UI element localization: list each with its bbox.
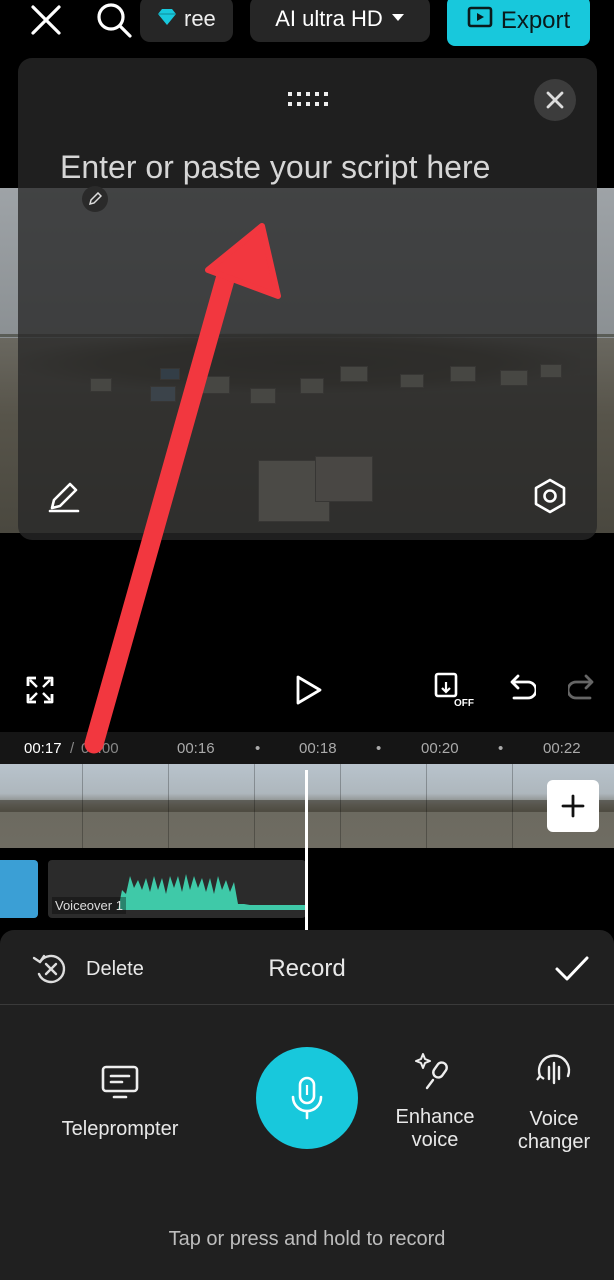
voiceover-track[interactable]: Voiceover 1	[48, 860, 306, 918]
record-hint: Tap or press and hold to record	[168, 1228, 446, 1250]
enhance-voice-label-2: voice	[411, 1129, 459, 1151]
add-clip-button[interactable]	[547, 780, 599, 832]
enhance-voice-button[interactable]: Enhance voice	[384, 1050, 486, 1152]
sheet-title: Record	[268, 955, 346, 982]
teleprompter-icon	[100, 1064, 140, 1106]
enhance-voice-label-1: Enhance	[395, 1106, 475, 1128]
teleprompter-label: Teleprompter	[61, 1118, 179, 1140]
playhead[interactable]	[305, 770, 308, 930]
teleprompter-button[interactable]: Teleprompter	[50, 1064, 190, 1141]
audio-clip-chip[interactable]	[0, 860, 38, 918]
voice-changer-label-2: changer	[517, 1131, 591, 1153]
voice-changer-label-1: Voice	[529, 1108, 579, 1130]
annotation-arrow	[84, 223, 281, 754]
enhance-voice-icon	[415, 1050, 455, 1096]
microphone-icon	[291, 1076, 323, 1120]
plus-icon	[561, 794, 585, 818]
voice-changer-button[interactable]: Voice changer	[506, 1052, 602, 1154]
voice-changer-icon	[534, 1052, 574, 1098]
record-sheet-header: Delete Record	[0, 930, 614, 1005]
record-button[interactable]	[256, 1047, 358, 1149]
voiceover-label: Voiceover 1	[52, 897, 126, 914]
waveform	[118, 874, 306, 910]
confirm-check-icon[interactable]	[554, 954, 590, 984]
